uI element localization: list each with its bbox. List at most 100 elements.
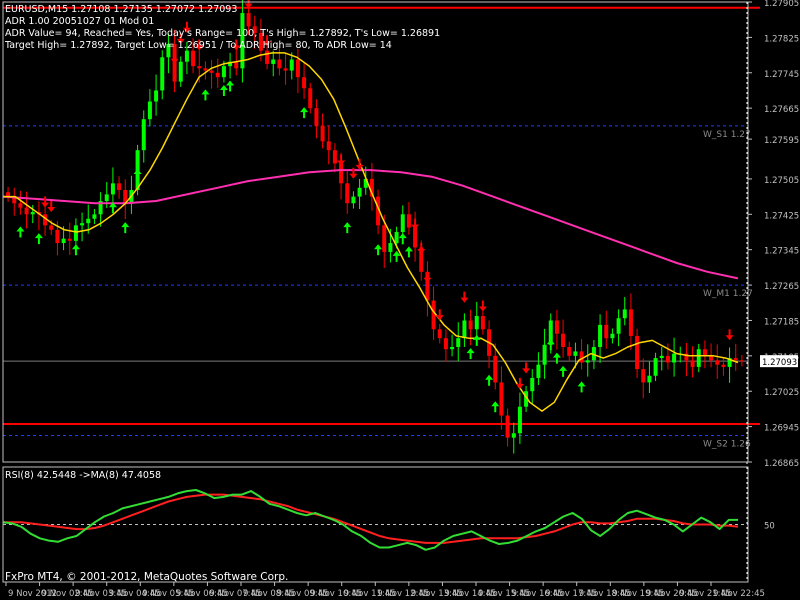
candle-body bbox=[437, 329, 442, 339]
up-arrow-head bbox=[472, 334, 481, 346]
candle-body bbox=[480, 316, 485, 330]
candle-body bbox=[567, 347, 572, 356]
candle-body bbox=[61, 238, 66, 244]
candle-body bbox=[234, 61, 239, 69]
down-arrow-head bbox=[417, 242, 426, 254]
header-symbol-ohlc: EURUSD,M15 1.27108 1.27135 1.27072 1.270… bbox=[5, 4, 237, 15]
candle-body bbox=[733, 358, 738, 361]
down-arrow-head bbox=[41, 196, 50, 208]
up-arrow-icon bbox=[559, 365, 568, 377]
candle-body bbox=[351, 196, 356, 204]
candle-body bbox=[443, 338, 448, 350]
up-arrow-icon bbox=[577, 381, 586, 393]
candle-body bbox=[345, 183, 350, 204]
candle-body bbox=[665, 355, 670, 363]
up-arrow-head bbox=[133, 169, 142, 181]
candle-body bbox=[295, 59, 300, 78]
up-arrow-icon bbox=[343, 222, 352, 234]
candle-body bbox=[505, 415, 510, 438]
candle-body bbox=[493, 355, 498, 383]
candle-body bbox=[647, 375, 652, 383]
up-arrow-icon bbox=[466, 348, 475, 360]
candle-body bbox=[277, 59, 282, 69]
candle-body bbox=[160, 57, 165, 91]
candle-body bbox=[635, 335, 640, 370]
down-arrow-head bbox=[170, 52, 179, 64]
up-arrow-head bbox=[343, 222, 352, 234]
candle-body bbox=[511, 433, 516, 438]
candle-body bbox=[147, 101, 152, 120]
down-arrow-head bbox=[337, 154, 346, 166]
candle-body bbox=[616, 318, 621, 334]
candle-body bbox=[598, 324, 603, 347]
candle-body bbox=[221, 66, 226, 78]
candle-body bbox=[357, 187, 362, 197]
candle-body bbox=[388, 243, 393, 252]
down-arrow-icon bbox=[725, 329, 734, 341]
candle-body bbox=[542, 344, 547, 365]
candle-body bbox=[462, 320, 467, 339]
down-arrow-head bbox=[522, 362, 531, 374]
candle-body bbox=[579, 351, 584, 363]
candle-body bbox=[450, 347, 455, 350]
down-arrow-icon bbox=[417, 242, 426, 254]
candle-body bbox=[289, 59, 294, 71]
up-arrow-head bbox=[577, 381, 586, 393]
candle-body bbox=[314, 108, 319, 126]
pivot-label: W_S1 1.27 bbox=[703, 130, 751, 140]
candle-body bbox=[739, 360, 744, 362]
candle-body bbox=[431, 300, 436, 330]
header-adr-values: ADR Value= 94, Reached= Yes, Today's Ran… bbox=[5, 28, 440, 39]
up-arrow-head bbox=[398, 233, 407, 245]
candle-body bbox=[191, 50, 196, 67]
up-arrow-icon bbox=[398, 233, 407, 245]
up-arrow-icon bbox=[34, 233, 43, 245]
up-arrow-icon bbox=[546, 339, 555, 351]
candle-body bbox=[271, 59, 276, 64]
candle-body bbox=[49, 225, 54, 230]
candle-body bbox=[24, 207, 29, 215]
up-arrow-head bbox=[485, 374, 494, 386]
candle-body bbox=[302, 77, 307, 89]
candle-body bbox=[30, 212, 35, 215]
footer-copyright: FxPro MT4, © 2001-2012, MetaQuotes Softw… bbox=[5, 571, 288, 583]
down-arrow-icon bbox=[522, 362, 531, 374]
candle-body bbox=[499, 382, 504, 416]
candle-body bbox=[610, 333, 615, 339]
up-arrow-icon bbox=[201, 89, 210, 101]
rsi-line bbox=[2, 489, 738, 551]
candle-body bbox=[690, 360, 695, 367]
candle-body bbox=[517, 406, 522, 434]
current-price-label: 1.27093 bbox=[762, 358, 797, 368]
price-tick-label: 1.27825 bbox=[764, 34, 799, 44]
up-arrow-icon bbox=[552, 352, 561, 364]
up-arrow-icon bbox=[71, 244, 80, 256]
time-tick-label: 9 Nov 22:45 bbox=[713, 589, 765, 599]
candle-body bbox=[209, 70, 214, 73]
up-arrow-icon bbox=[16, 226, 25, 238]
candle-body bbox=[92, 214, 97, 219]
candle-body bbox=[320, 125, 325, 142]
down-arrow-icon bbox=[478, 300, 487, 312]
up-arrow-icon bbox=[491, 401, 500, 413]
candle-body bbox=[184, 50, 189, 62]
candle-body bbox=[326, 141, 331, 151]
candle-body bbox=[641, 369, 646, 383]
up-arrow-head bbox=[552, 352, 561, 364]
up-arrow-head bbox=[201, 89, 210, 101]
candle-body bbox=[696, 349, 701, 367]
down-arrow-head bbox=[423, 271, 432, 283]
down-arrow-icon bbox=[170, 52, 179, 64]
down-arrow-head bbox=[411, 218, 420, 230]
down-arrow-icon bbox=[41, 196, 50, 208]
up-arrow-head bbox=[219, 84, 228, 96]
rsi-level-label: 50 bbox=[764, 522, 775, 532]
candle-body bbox=[628, 309, 633, 336]
candle-body bbox=[332, 150, 337, 164]
header-adr-targets: Target High= 1.27892, Target Low= 1.2695… bbox=[4, 40, 392, 51]
down-arrow-icon bbox=[460, 291, 469, 303]
candle-body bbox=[585, 360, 590, 363]
candle-body bbox=[702, 349, 707, 356]
mt4-chart[interactable]: W_S1 1.27 W_M1 1.27 W_S2 1.26 1.27905 1.278… bbox=[0, 0, 800, 600]
up-arrow-head bbox=[466, 348, 475, 360]
